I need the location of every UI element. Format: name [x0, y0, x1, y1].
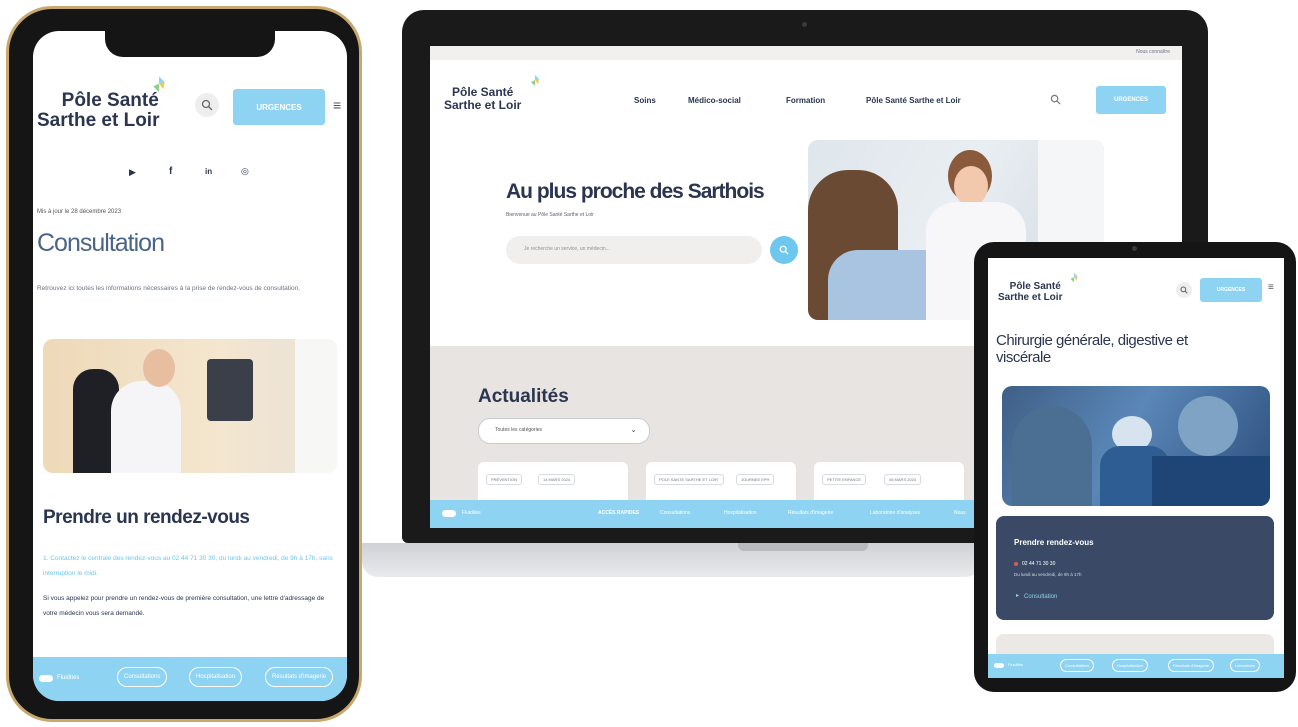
chevron-down-icon: ⌄: [630, 425, 637, 434]
news-card-date: JOURNEE EPH: [736, 474, 775, 485]
toggle-label: Fluidités: [462, 510, 481, 516]
phone-logo[interactable]: Pôle Santé Sarthe et Loir: [37, 76, 165, 131]
quick-link-hospitalisation[interactable]: Hospitalisation: [189, 667, 243, 687]
laptop-camera: [802, 22, 807, 27]
laptop-notch: [738, 543, 868, 551]
hero-search-placeholder: Je recherche un service, un médecin...: [524, 246, 610, 252]
topbar-link[interactable]: Nous connaître: [1136, 49, 1170, 55]
quick-link-laboratoire[interactable]: Laboratoire: [1230, 659, 1261, 672]
quick-link-imagerie[interactable]: Résultats d'imagerie: [1168, 659, 1215, 672]
tablet-device: Pôle Santé Sarthe et Loir URGENCES ≡ Chi…: [974, 242, 1296, 692]
search-icon: [1180, 286, 1188, 294]
logo-line1: Pôle Santé: [1009, 281, 1061, 292]
nav-pole[interactable]: Pôle Santé Sarthe et Loir: [866, 96, 961, 105]
instagram-icon[interactable]: ◎: [241, 166, 249, 177]
quick-link-hospitalisation[interactable]: Hospitalisation: [724, 510, 757, 516]
laptop-base: [362, 543, 982, 577]
phone-screen: Pôle Santé Sarthe et Loir URGENCES ≡ ▶ f…: [33, 31, 347, 701]
tablet-page-title: Chirurgie générale, digestive et viscéra…: [996, 332, 1188, 366]
urgences-button[interactable]: URGENCES: [1096, 86, 1166, 114]
quick-link-consultations[interactable]: Consultations: [1060, 659, 1095, 672]
rdv-card-hours: Du lundi au vendredi, de 9h à 17h: [1014, 572, 1082, 577]
logo-line2: Sarthe et Loir: [37, 109, 160, 131]
tablet-camera: [1132, 246, 1137, 251]
category-filter[interactable]: Toutes les catégories ⌄: [478, 418, 650, 444]
quick-link-hospitalisation[interactable]: Hospitalisation: [1112, 659, 1149, 672]
phone-notch: [105, 31, 275, 57]
quick-link-laboratoire[interactable]: Laboratoire d'analyses: [870, 510, 920, 516]
quick-access-heading: ACCÈS RAPIDES: [598, 510, 640, 516]
hamburger-menu-icon[interactable]: ≡: [1268, 282, 1274, 293]
update-date: Mis à jour le 28 décembre 2023: [37, 209, 122, 215]
hero-search-button[interactable]: [770, 236, 798, 264]
hero-title: Au plus proche des Sarthois: [506, 180, 765, 203]
news-title: Actualités: [478, 386, 569, 407]
logo-line2: Sarthe et Loir: [444, 97, 522, 112]
consultation-photo: [43, 339, 337, 473]
logo-line1: Pôle Santé: [61, 90, 159, 111]
tablet-logo[interactable]: Pôle Santé Sarthe et Loir: [998, 272, 1078, 303]
hero-subtitle: Bienvenue au Pôle Santé Sarthe et Loir: [506, 212, 594, 218]
nav-medico-social[interactable]: Médico-social: [688, 96, 741, 105]
rdv-step-1: 1. Contactez le centrale des rendez-vous…: [43, 555, 333, 577]
tablet-urgences-button[interactable]: URGENCES: [1200, 278, 1262, 302]
news-card-tag: PRÉVENTION: [486, 474, 523, 485]
phone-quick-bar: Fluidités Consultations Hospitalisation …: [33, 657, 347, 701]
rdv-card-title: Prendre rendez-vous: [1014, 538, 1094, 547]
nav-soins[interactable]: Soins: [634, 96, 656, 105]
quick-link-nous[interactable]: Nous: [954, 510, 966, 516]
toggle-switch[interactable]: [994, 663, 1004, 668]
logo-line1: Pôle Santé: [452, 85, 514, 99]
laptop-logo[interactable]: Pôle Santé Sarthe et Loir: [444, 75, 539, 112]
rdv-paragraph: Si vous appelez pour prendre un rendez-v…: [43, 595, 325, 617]
quick-link-consultations[interactable]: Consultations: [660, 510, 690, 516]
nav-formation[interactable]: Formation: [786, 96, 825, 105]
logo-leaf-icon: [531, 75, 539, 86]
search-icon: [201, 99, 213, 111]
toggle-label: Fluidités: [1008, 662, 1023, 667]
page-title: Consultation: [37, 229, 165, 257]
logo-leaf-icon: [1070, 272, 1078, 283]
hamburger-menu-icon[interactable]: ≡: [333, 97, 341, 113]
phone-urgences-button[interactable]: URGENCES: [233, 89, 325, 125]
laptop-topbar: Nous connaître: [430, 46, 1182, 60]
phone-icon: [1014, 562, 1018, 566]
news-card-tag: POLE SANTE SARTHE ET LOIR: [654, 474, 724, 485]
tablet-quick-bar: Fluidités Consultations Hospitalisation …: [988, 654, 1284, 678]
rdv-card-phone[interactable]: 02 44 71 30 30: [1022, 561, 1055, 567]
tablet-search-button[interactable]: [1176, 282, 1192, 298]
toggle-switch[interactable]: [442, 510, 456, 517]
rdv-card-link[interactable]: Consultation: [1024, 594, 1057, 600]
phone-search-button[interactable]: [195, 93, 219, 117]
quick-link-imagerie[interactable]: Résultats d'imagerie: [265, 667, 334, 687]
phone-device: Pôle Santé Sarthe et Loir URGENCES ≡ ▶ f…: [6, 6, 362, 722]
category-filter-value: Toutes les catégories: [495, 427, 542, 433]
facebook-icon[interactable]: f: [169, 166, 172, 177]
hero-search-input[interactable]: Je recherche un service, un médecin...: [506, 236, 762, 264]
search-button-icon: [779, 245, 789, 255]
linkedin-icon[interactable]: in: [205, 167, 212, 176]
surgery-photo: [1002, 386, 1270, 506]
toggle-label: Fluidités: [57, 675, 80, 681]
tablet-screen: Pôle Santé Sarthe et Loir URGENCES ≡ Chi…: [988, 258, 1284, 678]
news-card-date: 14 MARS 2024: [538, 474, 576, 485]
news-card-date: 06 MARS 2024: [884, 474, 922, 485]
toggle-switch[interactable]: [39, 675, 53, 682]
tablet-bottom-panel: [996, 634, 1274, 654]
page-intro: Retrouvez ici toutes les informations né…: [37, 285, 301, 292]
logo-line2: Sarthe et Loir: [998, 291, 1063, 303]
search-icon[interactable]: [1050, 94, 1061, 105]
rdv-title: Prendre un rendez-vous: [43, 507, 250, 528]
rdv-card: Prendre rendez-vous 02 44 71 30 30 Du lu…: [996, 516, 1274, 620]
quick-link-imagerie[interactable]: Résultats d'imagerie: [788, 510, 833, 516]
logo-leaf-icon: [153, 76, 165, 93]
news-card-tag: PETITE ENFANCE: [822, 474, 867, 485]
quick-link-consultations[interactable]: Consultations: [117, 667, 168, 687]
link-arrow-icon: ▸: [1016, 593, 1020, 599]
youtube-icon[interactable]: ▶: [129, 167, 136, 178]
